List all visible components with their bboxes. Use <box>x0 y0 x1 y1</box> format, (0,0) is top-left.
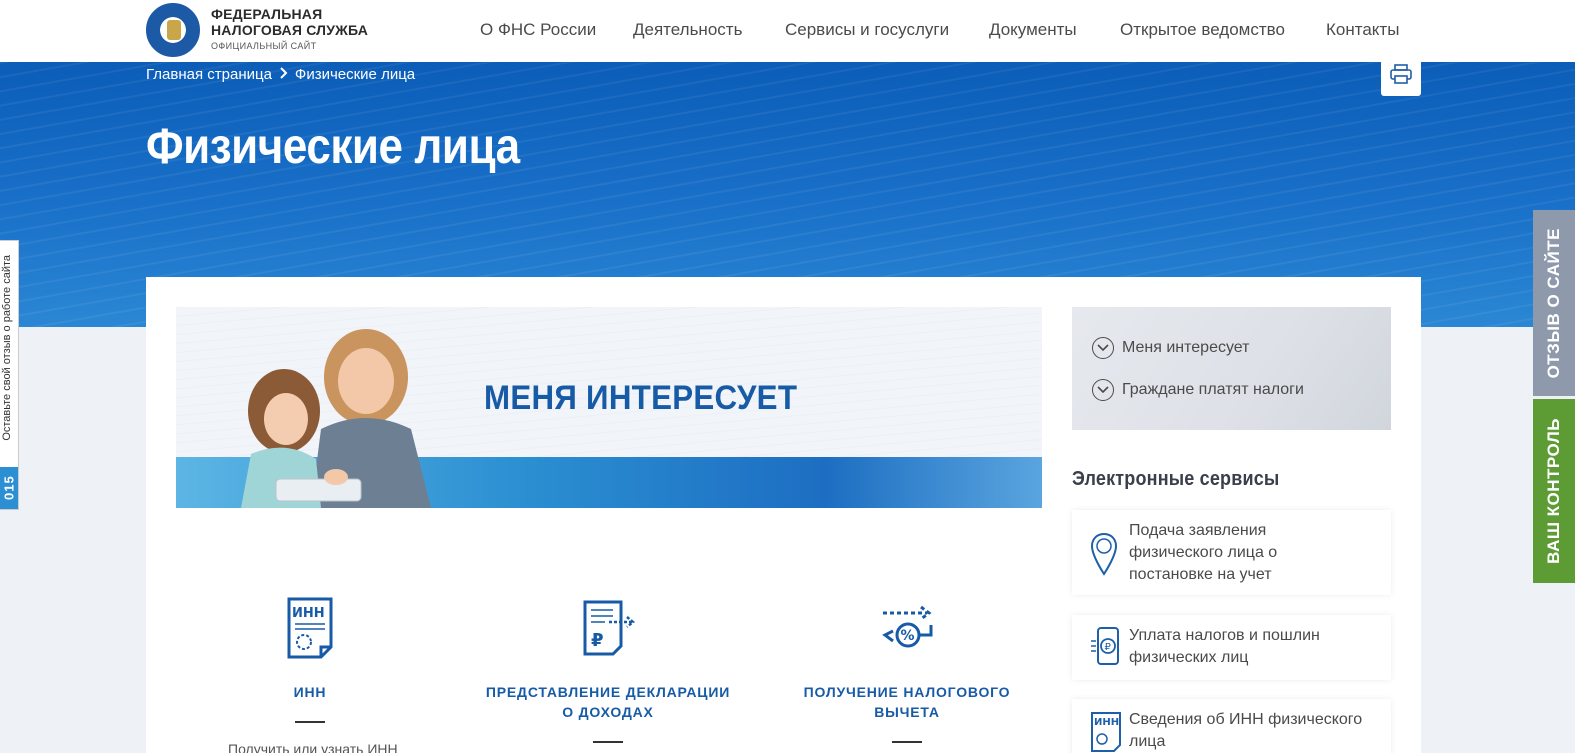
fns-emblem-icon <box>146 3 200 57</box>
category-divider <box>892 741 922 743</box>
category-divider <box>593 741 623 743</box>
category-inn[interactable]: ИНН ИНН Получить или узнать ИНН <box>210 595 410 753</box>
interest-item-label: Граждане платят налоги <box>1122 381 1304 398</box>
service-label: Подача заявления физического лица о пост… <box>1129 520 1277 586</box>
printer-icon <box>1390 64 1412 89</box>
logo-text: ФЕДЕРАЛЬНАЯ НАЛОГОВАЯ СЛУЖБА ОФИЦИАЛЬНЫЙ… <box>211 6 368 54</box>
service-label-line: Сведения об ИНН физического <box>1129 711 1363 728</box>
services-heading: Электронные сервисы <box>1072 468 1280 490</box>
service-tax-payment[interactable]: ₽ Уплата налогов и пошлин физических лиц <box>1072 615 1391 680</box>
your-control-tab[interactable]: ВАШ КОНТРОЛЬ <box>1533 399 1575 583</box>
svg-text:ИНН: ИНН <box>292 606 325 621</box>
location-pin-icon <box>1090 532 1118 581</box>
site-feedback-tab-label: ОТЗЫВ О САЙТЕ <box>1544 227 1563 379</box>
category-title: ИНН <box>210 682 410 702</box>
nav-about[interactable]: О ФНС России <box>480 20 596 40</box>
nav-activity[interactable]: Деятельность <box>633 20 742 40</box>
svg-text:ИНН: ИНН <box>1094 717 1119 728</box>
nav-services[interactable]: Сервисы и госуслуги <box>785 20 949 40</box>
category-title-line: ПРЕДСТАВЛЕНИЕ ДЕКЛАРАЦИИ <box>485 684 731 700</box>
category-title: ПОЛУЧЕНИЕ НАЛОГОВОГО ВЫЧЕТА <box>797 682 1017 722</box>
category-title: ПРЕДСТАВЛЕНИЕ ДЕКЛАРАЦИИ О ДОХОДАХ <box>483 682 733 722</box>
inn-document-icon: ИНН <box>287 597 333 664</box>
breadcrumb-home[interactable]: Главная страница <box>146 66 272 83</box>
category-tax-deduction[interactable]: % ПОЛУЧЕНИЕ НАЛОГОВОГО ВЫЧЕТА <box>797 595 1017 753</box>
declaration-icon: ₽ <box>583 600 635 661</box>
chevron-down-icon <box>1092 337 1114 359</box>
breadcrumb: Главная страница Физические лица <box>146 66 415 83</box>
category-title-line: ВЫЧЕТА <box>874 704 940 720</box>
tax-deduction-icon: % <box>881 605 935 656</box>
chevron-down-icon <box>1092 379 1114 401</box>
hero-title: МЕНЯ ИНТЕРЕСУЕТ <box>484 379 798 417</box>
logo-title-line1: ФЕДЕРАЛЬНАЯ <box>211 6 323 22</box>
hero-illustration <box>241 329 431 508</box>
interest-panel: Меня интересует Граждане платят налоги <box>1072 307 1391 430</box>
left-feedback-number: 015 <box>0 467 18 509</box>
left-feedback-text: Оставьте свой отзыв о работе сайта <box>1 255 13 441</box>
interest-item-label: Меня интересует <box>1122 339 1250 356</box>
left-feedback-widget[interactable]: Оставьте свой отзыв о работе сайта 015 <box>0 240 19 510</box>
site-logo[interactable]: ФЕДЕРАЛЬНАЯ НАЛОГОВАЯ СЛУЖБА ОФИЦИАЛЬНЫЙ… <box>146 3 368 57</box>
print-button[interactable] <box>1381 57 1421 96</box>
service-label-line: Подача заявления <box>1129 522 1267 539</box>
phone-payment-icon: ₽ <box>1090 627 1122 672</box>
logo-title-line2: НАЛОГОВАЯ СЛУЖБА <box>211 22 369 38</box>
category-description: Получить или узнать ИНН <box>228 741 398 753</box>
svg-text:%: % <box>901 628 915 644</box>
page-title: Физические лица <box>146 118 520 174</box>
service-label-line: Уплата налогов и пошлин <box>1129 627 1320 644</box>
breadcrumb-current[interactable]: Физические лица <box>295 66 415 83</box>
inn-document-icon: ИНН <box>1090 711 1122 753</box>
your-control-tab-label: ВАШ КОНТРОЛЬ <box>1544 418 1563 564</box>
breadcrumb-separator-icon <box>279 66 288 83</box>
service-label-line: постановке на учет <box>1129 566 1272 583</box>
nav-contacts[interactable]: Контакты <box>1326 20 1399 40</box>
category-declaration[interactable]: ₽ ПРЕДСТАВЛЕНИЕ ДЕКЛАРАЦИИ О ДОХОДАХ <box>483 595 733 753</box>
service-label-line: физических лиц <box>1129 649 1249 666</box>
svg-text:₽: ₽ <box>591 630 604 651</box>
category-divider <box>295 721 325 723</box>
interest-item-citizens-taxes[interactable]: Граждане платят налоги <box>1092 379 1304 401</box>
service-label: Уплата налогов и пошлин физических лиц <box>1129 625 1320 669</box>
service-inn-info[interactable]: ИНН Сведения об ИНН физического лица <box>1072 699 1391 753</box>
service-label-line: физического лица о <box>1129 544 1278 561</box>
logo-subtitle: ОФИЦИАЛЬНЫЙ САЙТ <box>211 41 317 51</box>
hero-banner[interactable]: МЕНЯ ИНТЕРЕСУЕТ <box>176 307 1042 508</box>
category-title-line: О ДОХОДАХ <box>562 704 654 720</box>
nav-open-agency[interactable]: Открытое ведомство <box>1120 20 1285 40</box>
site-header: ФЕДЕРАЛЬНАЯ НАЛОГОВАЯ СЛУЖБА ОФИЦИАЛЬНЫЙ… <box>0 0 1575 62</box>
service-label: Сведения об ИНН физического лица <box>1129 709 1362 753</box>
category-title-line: ПОЛУЧЕНИЕ НАЛОГОВОГО <box>803 684 1011 700</box>
service-registration[interactable]: Подача заявления физического лица о пост… <box>1072 510 1391 595</box>
site-feedback-tab[interactable]: ОТЗЫВ О САЙТЕ <box>1533 210 1575 396</box>
nav-documents[interactable]: Документы <box>989 20 1077 40</box>
service-label-line: лица <box>1129 733 1166 750</box>
category-title-line: ИНН <box>293 684 327 700</box>
svg-text:₽: ₽ <box>1105 642 1112 653</box>
interest-item-my-interests[interactable]: Меня интересует <box>1092 337 1249 359</box>
